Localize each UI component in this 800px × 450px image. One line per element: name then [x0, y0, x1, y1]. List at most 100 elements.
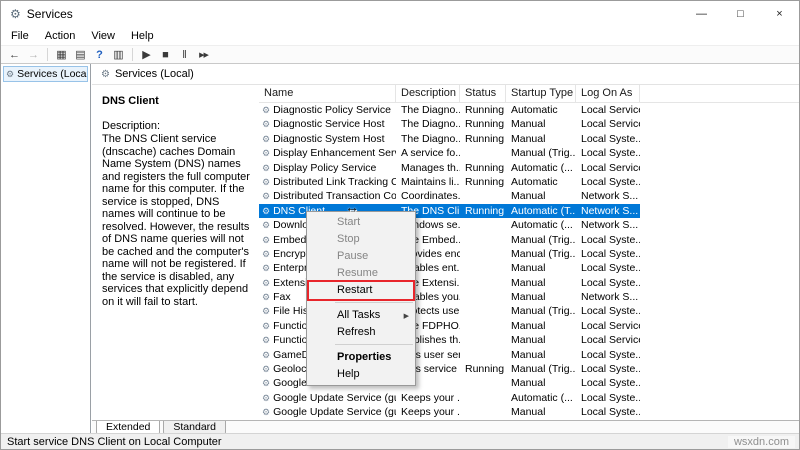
- export-list-icon[interactable]: ▥: [109, 47, 128, 63]
- cell-startup: Manual: [511, 291, 546, 304]
- cell-startup: Manual (Trig...: [511, 233, 576, 246]
- show-console-tree-icon[interactable]: ▦: [52, 47, 71, 63]
- menubar: File Action View Help: [1, 27, 799, 45]
- column-header-startup-type[interactable]: Startup Type: [506, 85, 576, 103]
- content-pane: ⚙ Services (Local) DNS Client Descriptio…: [92, 64, 799, 435]
- status-text: Start service DNS Client on Local Comput…: [7, 435, 222, 448]
- cell-logon: Local Service: [581, 334, 640, 347]
- cell-status: Running: [465, 104, 505, 116]
- cell-description: The Diagno...: [401, 104, 460, 116]
- content-header: ⚙ Services (Local): [92, 64, 799, 85]
- cell-logon: Local Syste...: [581, 147, 640, 160]
- table-row[interactable]: ⚙Google Update Service (gup... Keeps your…: [259, 391, 640, 405]
- service-name-text: Google Update Service (gup...: [273, 406, 396, 418]
- column-header-status[interactable]: Status: [460, 85, 506, 103]
- maximize-button[interactable]: □: [721, 1, 760, 27]
- service-name-text: Fax: [273, 291, 291, 304]
- menu-action[interactable]: Action: [37, 27, 84, 45]
- context-menu-item-all-tasks[interactable]: All Tasks ▶: [307, 307, 415, 324]
- cell-status: [460, 218, 506, 232]
- cell-logon: Local Syste...: [581, 247, 640, 260]
- service-icon: ⚙: [262, 220, 271, 231]
- cell-logon: Local Service: [581, 104, 640, 116]
- cell-description: Manages th...: [401, 161, 460, 174]
- context-menu-item-pause[interactable]: Pause: [307, 248, 415, 265]
- service-description-panel: DNS Client Description: The DNS Client s…: [92, 85, 259, 418]
- column-header-description[interactable]: Description: [396, 85, 460, 103]
- cell-status: [460, 405, 506, 418]
- console-tree: ⚙ Services (Local): [1, 64, 91, 433]
- cell-status: [460, 304, 506, 318]
- properties-icon[interactable]: ▤: [71, 47, 90, 63]
- service-icon: ⚙: [262, 364, 271, 375]
- menu-file[interactable]: File: [3, 27, 37, 45]
- services-window: ⚙ Services — □ × File Action View Help ← → ▦ ▤? ▥…: [0, 0, 800, 450]
- submenu-arrow-icon: ▶: [403, 313, 409, 320]
- context-menu-item-stop[interactable]: Stop: [307, 231, 415, 248]
- cell-logon: Local Syste...: [581, 391, 640, 404]
- cell-status: Running: [465, 161, 505, 174]
- context-menu-item-properties[interactable]: Properties: [307, 349, 415, 366]
- cell-logon: Network S...: [581, 219, 639, 232]
- cell-status: [460, 276, 506, 290]
- table-row[interactable]: ⚙Distributed Transaction Coo... Coordinat…: [259, 189, 640, 203]
- minimize-button[interactable]: —: [682, 1, 721, 27]
- services-app-icon: ⚙: [10, 7, 21, 21]
- start-service-icon[interactable]: ▶: [137, 47, 156, 63]
- cell-description: The Diagno...: [401, 132, 460, 145]
- cell-logon: Local Syste...: [581, 276, 640, 289]
- service-icon: ⚙: [262, 407, 271, 418]
- cell-logon: Local Syste...: [581, 377, 640, 390]
- table-row[interactable]: ⚙ Diagnostic Policy Service The Diagno... R…: [259, 103, 640, 117]
- context-menu-item-help[interactable]: Help: [307, 366, 415, 383]
- cell-startup: Manual: [511, 377, 546, 390]
- back-icon[interactable]: ←: [5, 47, 24, 63]
- titlebar[interactable]: ⚙ Services — □ ×: [1, 1, 799, 27]
- toolbar-separator: [47, 48, 48, 61]
- cell-logon: Local Syste...: [581, 348, 640, 361]
- menu-view[interactable]: View: [83, 27, 123, 45]
- pause-service-icon[interactable]: ‖: [175, 47, 194, 63]
- cell-startup: Manual (Trig...: [511, 305, 576, 318]
- toolbar: ← → ▦ ▤? ▥ ▶ ■ ‖ ▶▶: [1, 45, 799, 64]
- table-row[interactable]: ⚙ Diagnostic System Host The Diagno... Runn…: [259, 132, 640, 146]
- service-icon: ⚙: [262, 234, 271, 245]
- menu-help[interactable]: Help: [123, 27, 162, 45]
- help-icon[interactable]: ?: [90, 47, 109, 63]
- table-row[interactable]: ⚙ Diagnostic Service Host The Diagno... Run…: [259, 117, 640, 131]
- table-row[interactable]: ⚙ Display Policy Service Manages th... Runn…: [259, 161, 640, 175]
- column-header-log-on-as[interactable]: Log On As: [576, 85, 640, 103]
- cell-startup: Manual: [511, 118, 546, 131]
- table-row[interactable]: ⚙Google Update Service (gup... Keeps your…: [259, 405, 640, 418]
- tree-item-services-local[interactable]: ⚙ Services (Local): [3, 66, 88, 82]
- cell-startup: Automatic (T...: [511, 204, 576, 217]
- context-menu-item-start[interactable]: Start: [307, 214, 415, 231]
- cell-name: ⚙Google Update Service (gup...: [259, 391, 396, 405]
- cell-status: [460, 290, 506, 304]
- table-row[interactable]: ⚙Distributed Link Tracking Cli... Maintai…: [259, 175, 640, 189]
- cell-description: Keeps your ...: [401, 391, 460, 404]
- cell-status: Running: [465, 132, 505, 145]
- restart-service-icon[interactable]: ▶▶: [194, 47, 213, 63]
- watermark: wsxdn.com: [727, 435, 795, 448]
- table-row[interactable]: ⚙Display Enhancement Service A service fo…: [259, 146, 640, 160]
- cell-status: [460, 348, 506, 362]
- cell-logon: Network S...: [581, 204, 639, 217]
- close-button[interactable]: ×: [760, 1, 799, 27]
- context-menu-item-refresh[interactable]: Refresh: [307, 324, 415, 341]
- service-icon: ⚙: [262, 277, 271, 288]
- cell-logon: Local Service: [581, 118, 640, 131]
- column-header-name[interactable]: Name: [259, 85, 396, 103]
- service-icon: ⚙: [262, 248, 271, 259]
- service-icon: ⚙: [262, 148, 271, 159]
- forward-icon[interactable]: →: [24, 47, 43, 63]
- tree-item-label: Services (Local): [17, 68, 88, 80]
- cell-startup: Manual (Trig...: [511, 247, 576, 260]
- service-name-text: Diagnostic System Host: [273, 132, 385, 145]
- services-node-icon: ⚙: [6, 68, 15, 79]
- cell-status: [460, 376, 506, 390]
- cell-name: ⚙Display Enhancement Service: [259, 146, 396, 160]
- cell-startup: Manual: [511, 348, 546, 361]
- stop-service-icon[interactable]: ■: [156, 47, 175, 63]
- service-icon: ⚙: [262, 292, 271, 303]
